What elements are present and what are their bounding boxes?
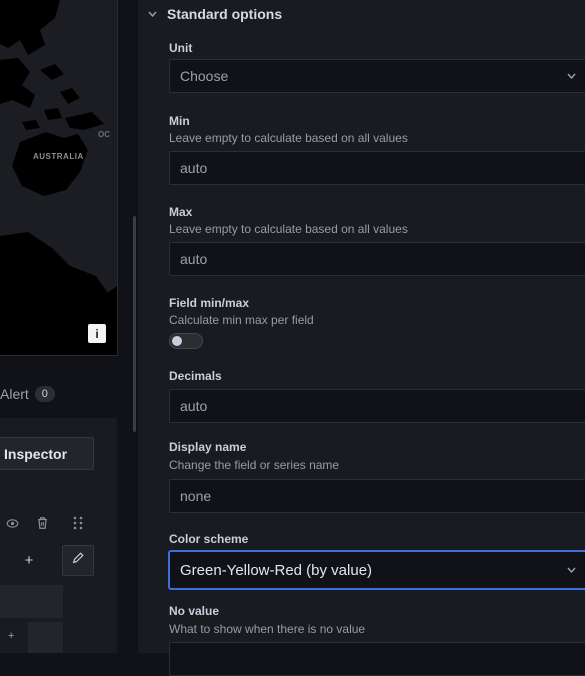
field-minmax-toggle[interactable] (169, 333, 203, 349)
min-label: Min (169, 114, 190, 128)
add-small-button[interactable]: + (8, 630, 14, 642)
max-label: Max (169, 205, 193, 219)
display-name-description: Change the field or series name (169, 458, 340, 472)
query-editor-block-secondary[interactable] (28, 622, 63, 653)
eye-icon[interactable] (2, 512, 22, 534)
display-name-input[interactable]: none (169, 479, 585, 513)
unit-label: Unit (169, 41, 193, 55)
color-scheme-label: Color scheme (169, 532, 249, 546)
pencil-icon (71, 551, 85, 570)
min-description: Leave empty to calculate based on all va… (169, 131, 408, 145)
drag-handle-icon[interactable] (68, 512, 88, 534)
min-input[interactable]: auto (169, 151, 585, 185)
decimals-label: Decimals (169, 369, 222, 383)
map-landmass (0, 0, 117, 355)
display-name-input-value: none (180, 488, 212, 504)
no-value-description: What to show when there is no value (169, 622, 366, 636)
decimals-input[interactable]: auto (169, 389, 585, 423)
max-input-value: auto (180, 251, 208, 267)
max-description: Leave empty to calculate based on all va… (169, 222, 408, 236)
field-minmax-description: Calculate min max per field (169, 313, 314, 327)
query-row-actions (0, 512, 117, 536)
chevron-down-icon (567, 565, 576, 576)
unit-select[interactable]: Choose (169, 59, 585, 93)
chevron-down-icon (567, 71, 576, 82)
no-value-label: No value (169, 604, 220, 618)
map-country-label: AUSTRALIA (33, 152, 84, 161)
scrollbar-thumb[interactable] (133, 216, 136, 432)
query-inspector-button[interactable]: Inspector (0, 437, 94, 470)
section-standard-options[interactable]: Standard options (148, 6, 282, 22)
toggle-knob (172, 336, 182, 346)
map-ocean-label: OC (98, 130, 110, 139)
left-panel: AUSTRALIA OC i Alert 0 Inspector + + (0, 0, 133, 653)
query-editor-block[interactable] (0, 585, 63, 618)
max-input[interactable]: auto (169, 242, 585, 276)
alert-count-badge: 0 (34, 386, 55, 402)
tab-alert[interactable]: Alert 0 (0, 386, 55, 402)
map-info-button[interactable]: i (88, 324, 106, 343)
decimals-input-value: auto (180, 398, 208, 414)
world-map[interactable]: AUSTRALIA OC i (0, 0, 118, 356)
min-input-value: auto (180, 160, 208, 176)
display-name-label: Display name (169, 440, 247, 454)
edit-button[interactable] (62, 545, 94, 576)
no-value-input[interactable] (169, 642, 585, 676)
field-minmax-label: Field min/max (169, 296, 250, 310)
color-scheme-select[interactable]: Green-Yellow-Red (by value) (169, 551, 585, 589)
color-scheme-select-value: Green-Yellow-Red (by value) (180, 561, 373, 579)
tab-alert-label: Alert (0, 386, 29, 402)
section-title: Standard options (167, 6, 283, 22)
chevron-down-icon (148, 9, 157, 20)
options-panel: Standard options Unit Choose Min Leave e… (138, 0, 585, 676)
add-query-button[interactable]: + (14, 545, 44, 575)
trash-icon[interactable] (32, 512, 52, 534)
unit-select-value: Choose (180, 68, 229, 84)
